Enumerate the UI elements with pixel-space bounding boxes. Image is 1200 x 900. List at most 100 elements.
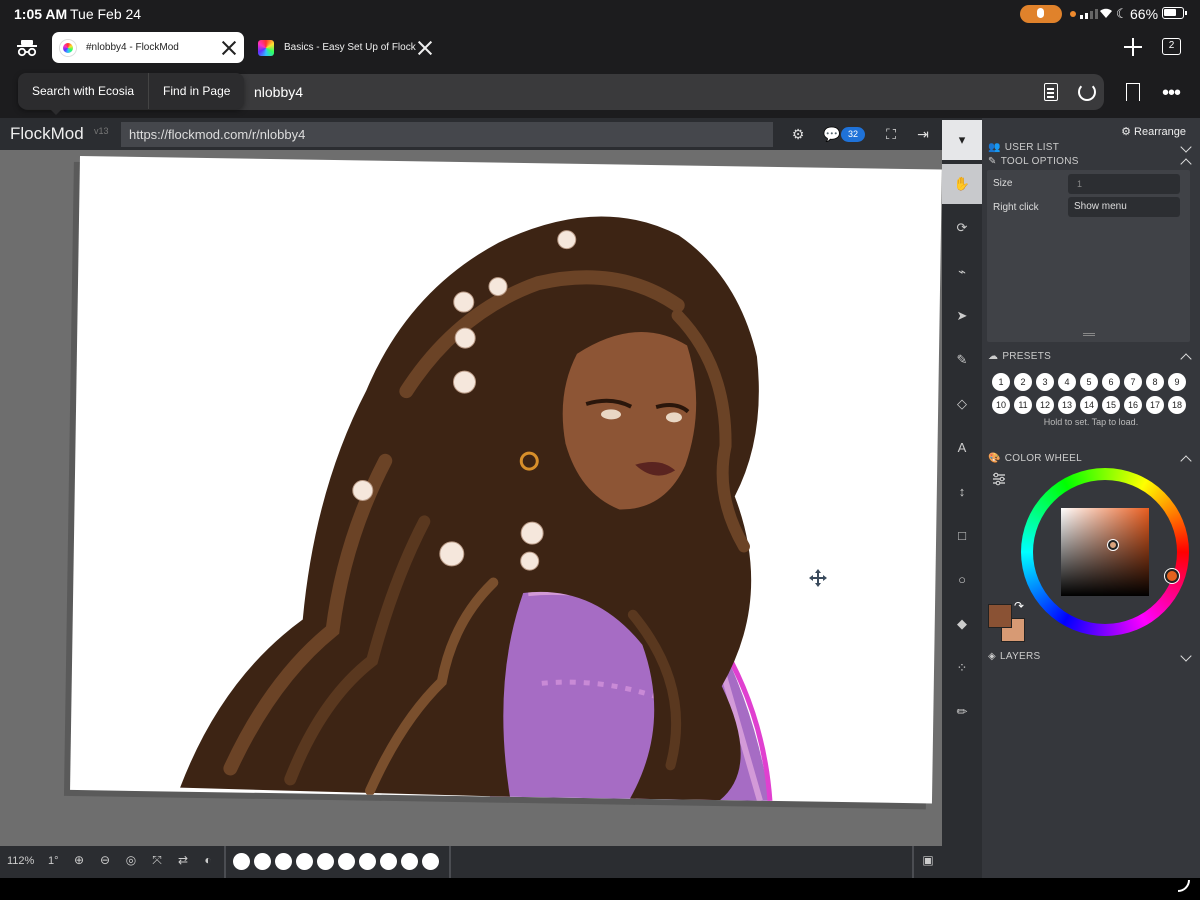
primary-color-swatch[interactable] <box>988 604 1012 628</box>
preset-button[interactable]: 5 <box>1080 373 1098 391</box>
preset-button[interactable]: 7 <box>1124 373 1142 391</box>
pencil-icon[interactable]: ✏ <box>942 692 982 732</box>
move-cursor-icon <box>809 569 827 587</box>
tool-options-title: TOOL OPTIONS <box>1000 156 1079 167</box>
fit-screen-icon[interactable]: ⤧ <box>150 853 164 867</box>
lasso-icon[interactable]: ⁘ <box>942 648 982 688</box>
search-with-ecosia-menu-item[interactable]: Search with Ecosia <box>18 73 148 109</box>
chevron-down-icon[interactable] <box>1180 141 1192 153</box>
brush-slot[interactable] <box>296 853 313 870</box>
brush-slot[interactable] <box>254 853 271 870</box>
incognito-icon[interactable] <box>16 37 38 59</box>
preset-button[interactable]: 4 <box>1058 373 1076 391</box>
tab-basics[interactable]: Basics - Easy Set Up of Flockm <box>250 32 440 63</box>
brush-slot[interactable] <box>422 853 439 870</box>
brush-slot[interactable] <box>338 853 355 870</box>
reset-view-icon[interactable]: ◎ <box>124 853 138 867</box>
tool-options-header[interactable]: ✎ TOOL OPTIONS <box>988 156 1079 167</box>
resize-grip-icon[interactable] <box>1083 333 1095 336</box>
find-in-page-menu-item[interactable]: Find in Page <box>148 73 244 109</box>
tab-count-button[interactable]: 2 <box>1162 38 1181 55</box>
preset-button[interactable]: 3 <box>1036 373 1054 391</box>
preset-button[interactable]: 16 <box>1124 396 1142 414</box>
fill-icon[interactable]: ◆ <box>942 604 982 644</box>
preset-button[interactable]: 13 <box>1058 396 1076 414</box>
zoom-out-icon[interactable]: ⊖ <box>98 853 112 867</box>
save-icon[interactable]: ▣ <box>921 853 935 867</box>
saturation-value-square[interactable] <box>1061 508 1149 596</box>
hue-picker-handle[interactable] <box>1165 569 1179 583</box>
brush-slot[interactable] <box>380 853 397 870</box>
brush-slot[interactable] <box>275 853 292 870</box>
flip-canvas-icon[interactable]: ⇄ <box>176 853 190 867</box>
brush-slot[interactable] <box>233 853 250 870</box>
bookmark-icon[interactable] <box>1126 83 1140 101</box>
rectangle-icon[interactable]: □ <box>942 516 982 556</box>
preset-button[interactable]: 9 <box>1168 373 1186 391</box>
preset-button[interactable]: 10 <box>992 396 1010 414</box>
battery-icon <box>1162 7 1187 19</box>
close-tab-icon[interactable] <box>220 39 238 57</box>
eraser-icon[interactable]: ◇ <box>942 384 982 424</box>
flockmod-app: FlockMod v13 https://flockmod.com/r/nlob… <box>0 118 1200 878</box>
color-sliders-icon[interactable] <box>992 472 1006 486</box>
battery-percent: 66% <box>1130 6 1159 22</box>
brush-slot[interactable] <box>317 853 334 870</box>
chevron-up-icon[interactable] <box>1180 455 1192 467</box>
size-input[interactable]: 1 <box>1068 174 1180 194</box>
chat-bubble-icon[interactable]: 💬 <box>823 126 840 142</box>
select-icon[interactable]: ➤ <box>942 296 982 336</box>
preset-button[interactable]: 18 <box>1168 396 1186 414</box>
zoom-level[interactable]: 112% <box>7 855 34 867</box>
exit-room-icon[interactable]: ⇥ <box>915 126 931 142</box>
new-tab-icon[interactable] <box>1122 36 1144 58</box>
moon-icon: ☾ <box>1116 6 1128 21</box>
right-click-select[interactable]: Show menu <box>1068 197 1180 217</box>
preset-button[interactable]: 8 <box>1146 373 1164 391</box>
tab-flockmod[interactable]: #nlobby4 - FlockMod <box>52 32 244 63</box>
move-icon[interactable]: ↕ <box>942 472 982 512</box>
preset-button[interactable]: 14 <box>1080 396 1098 414</box>
rotate-icon[interactable]: ⟳ <box>942 208 982 248</box>
chat-count-badge[interactable]: 32 <box>841 127 865 142</box>
ellipse-icon[interactable]: ○ <box>942 560 982 600</box>
more-options-icon[interactable]: ••• <box>1162 82 1181 105</box>
zoom-in-icon[interactable]: ⊕ <box>72 853 86 867</box>
collapse-icon[interactable]: ▾ <box>942 120 982 160</box>
preset-button[interactable]: 12 <box>1036 396 1054 414</box>
reload-icon[interactable] <box>1078 83 1096 101</box>
brush-icon[interactable]: ✎ <box>942 340 982 380</box>
fullscreen-icon[interactable]: ⛶ <box>883 126 899 142</box>
brush-slot[interactable] <box>401 853 418 870</box>
close-tab-icon[interactable] <box>416 39 434 57</box>
rotation-level[interactable]: 1° <box>48 855 59 867</box>
room-url-field[interactable]: https://flockmod.com/r/nlobby4 <box>121 122 773 147</box>
layers-header[interactable]: ◈ LAYERS <box>988 651 1041 662</box>
reader-mode-icon[interactable] <box>1044 83 1058 101</box>
brush-slot[interactable] <box>359 853 376 870</box>
presets-header[interactable]: ☁ PRESETS <box>988 351 1051 362</box>
contrast-icon[interactable]: ◐ <box>201 853 215 867</box>
user-list-title: USER LIST <box>1004 142 1060 153</box>
text-icon[interactable]: A <box>942 428 982 468</box>
chevron-up-icon[interactable] <box>1180 158 1192 170</box>
color-wheel-title: COLOR WHEEL <box>1004 453 1082 464</box>
chevron-down-icon[interactable] <box>1180 650 1192 662</box>
drawing-canvas[interactable] <box>70 156 942 804</box>
rearrange-button[interactable]: ⚙ Rearrange <box>1121 125 1186 138</box>
eyedropper-icon[interactable]: ⌁ <box>942 252 982 292</box>
settings-gear-icon[interactable]: ⚙ <box>790 126 806 142</box>
color-wheel-header[interactable]: 🎨 COLOR WHEEL <box>988 453 1082 464</box>
preset-button[interactable]: 17 <box>1146 396 1164 414</box>
chevron-up-icon[interactable] <box>1180 353 1192 365</box>
drawing-canvas-area[interactable] <box>0 150 942 846</box>
preset-button[interactable]: 6 <box>1102 373 1120 391</box>
preset-button[interactable]: 15 <box>1102 396 1120 414</box>
preset-button[interactable]: 2 <box>1014 373 1032 391</box>
swap-colors-icon[interactable]: ↷ <box>1014 599 1024 613</box>
preset-button[interactable]: 1 <box>992 373 1010 391</box>
user-list-header[interactable]: 👥 USER LIST <box>988 142 1059 153</box>
hand-icon[interactable]: ✋ <box>942 164 982 204</box>
saturation-picker-handle[interactable] <box>1108 540 1118 550</box>
preset-button[interactable]: 11 <box>1014 396 1032 414</box>
